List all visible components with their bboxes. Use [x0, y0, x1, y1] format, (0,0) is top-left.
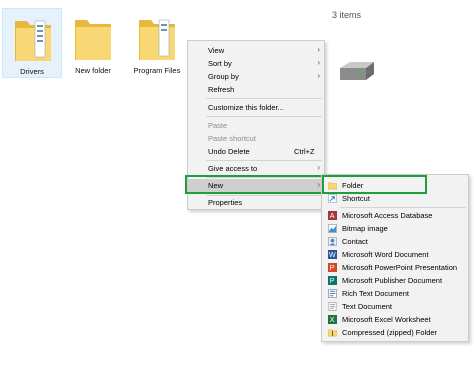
- submenu-item-label: Rich Text Document: [342, 289, 409, 298]
- menu-separator: [340, 207, 466, 208]
- menu-item-label: Customize this folder...: [208, 103, 284, 112]
- menu-item-properties[interactable]: Properties: [188, 196, 324, 209]
- svg-text:W: W: [329, 250, 336, 259]
- shortcut-icon: [328, 194, 337, 203]
- submenu-item-label: Microsoft Publisher Document: [342, 276, 443, 285]
- drive-icon: [340, 62, 374, 80]
- submenu-item-label: Microsoft PowerPoint Presentation: [342, 263, 458, 272]
- menu-item-refresh[interactable]: Refresh: [188, 83, 324, 96]
- menu-item-customize[interactable]: Customize this folder...: [188, 101, 324, 114]
- menu-item-group-by[interactable]: Group by ›: [188, 70, 324, 83]
- chevron-right-icon: ›: [317, 163, 320, 172]
- submenu-item-powerpoint[interactable]: P Microsoft PowerPoint Presentation: [322, 261, 468, 274]
- folder-label: New folder: [75, 66, 111, 75]
- submenu-item-contact[interactable]: Contact: [322, 235, 468, 248]
- submenu-item-label: Shortcut: [342, 194, 370, 203]
- new-highlight-box: [185, 175, 328, 194]
- svg-text:A: A: [330, 211, 335, 220]
- submenu-item-zip[interactable]: Compressed (zipped) Folder: [322, 326, 468, 339]
- menu-item-label: Paste: [208, 121, 228, 130]
- folder-drivers[interactable]: Drivers: [2, 8, 62, 78]
- menu-item-label: Sort by: [208, 59, 232, 68]
- menu-item-label: Group by: [208, 72, 239, 81]
- folder-label: Program Files: [133, 66, 181, 75]
- new-submenu: Folder Shortcut A Microsoft Access Datab…: [321, 174, 469, 342]
- contact-icon: [328, 237, 337, 246]
- submenu-item-label: Microsoft Excel Worksheet: [342, 315, 431, 324]
- word-icon: W: [328, 250, 337, 259]
- access-icon: A: [328, 211, 337, 220]
- chevron-right-icon: ›: [317, 71, 320, 80]
- menu-item-label: Properties: [208, 198, 243, 207]
- submenu-item-rtf[interactable]: Rich Text Document: [322, 287, 468, 300]
- submenu-item-excel[interactable]: X Microsoft Excel Worksheet: [322, 313, 468, 326]
- publisher-icon: P: [328, 276, 337, 285]
- submenu-item-label: Compressed (zipped) Folder: [342, 328, 438, 337]
- rtf-icon: [328, 289, 337, 298]
- submenu-item-word[interactable]: W Microsoft Word Document: [322, 248, 468, 261]
- menu-item-label: Undo Delete: [208, 147, 250, 156]
- svg-text:P: P: [330, 263, 335, 272]
- menu-item-shortcut: Ctrl+Z: [294, 147, 315, 156]
- folder-icon: [15, 20, 51, 61]
- folder-highlight-box: [322, 175, 427, 194]
- menu-item-label: View: [208, 46, 225, 55]
- powerpoint-icon: P: [328, 263, 337, 272]
- menu-item-sort-by[interactable]: Sort by ›: [188, 57, 324, 70]
- submenu-item-publisher[interactable]: P Microsoft Publisher Document: [322, 274, 468, 287]
- submenu-item-label: Bitmap image: [342, 224, 388, 233]
- menu-item-view[interactable]: View ›: [188, 44, 324, 57]
- zip-folder-icon: [328, 329, 337, 337]
- folder-label: Drivers: [20, 67, 44, 76]
- menu-item-undo-delete[interactable]: Undo Delete Ctrl+Z: [188, 145, 324, 158]
- bitmap-icon: [328, 224, 337, 233]
- submenu-item-text[interactable]: Text Document: [322, 300, 468, 313]
- svg-text:X: X: [330, 315, 335, 324]
- menu-separator: [206, 98, 322, 99]
- menu-item-give-access[interactable]: Give access to ›: [188, 162, 324, 175]
- submenu-item-label: Microsoft Access Database: [342, 211, 433, 220]
- excel-icon: X: [328, 315, 337, 324]
- folder-new-folder[interactable]: New folder: [63, 8, 123, 78]
- menu-item-label: Give access to: [208, 164, 258, 173]
- folder-program-files[interactable]: Program Files: [127, 8, 187, 78]
- folder-icon: [75, 20, 111, 60]
- submenu-item-access[interactable]: A Microsoft Access Database: [322, 209, 468, 222]
- svg-text:P: P: [330, 276, 335, 285]
- items-count: 3 items: [332, 10, 362, 20]
- submenu-item-label: Text Document: [342, 302, 393, 311]
- menu-item-paste-shortcut[interactable]: Paste shortcut: [188, 132, 324, 145]
- menu-item-label: Paste shortcut: [208, 134, 256, 143]
- submenu-item-label: Contact: [342, 237, 368, 246]
- menu-separator: [206, 160, 322, 161]
- submenu-item-label: Microsoft Word Document: [342, 250, 429, 259]
- folder-icon: [139, 19, 175, 60]
- text-icon: [328, 302, 337, 311]
- submenu-item-bitmap[interactable]: Bitmap image: [322, 222, 468, 235]
- menu-item-paste[interactable]: Paste: [188, 119, 324, 132]
- chevron-right-icon: ›: [317, 45, 320, 54]
- menu-item-label: Refresh: [208, 85, 235, 94]
- chevron-right-icon: ›: [317, 58, 320, 67]
- menu-separator: [206, 116, 322, 117]
